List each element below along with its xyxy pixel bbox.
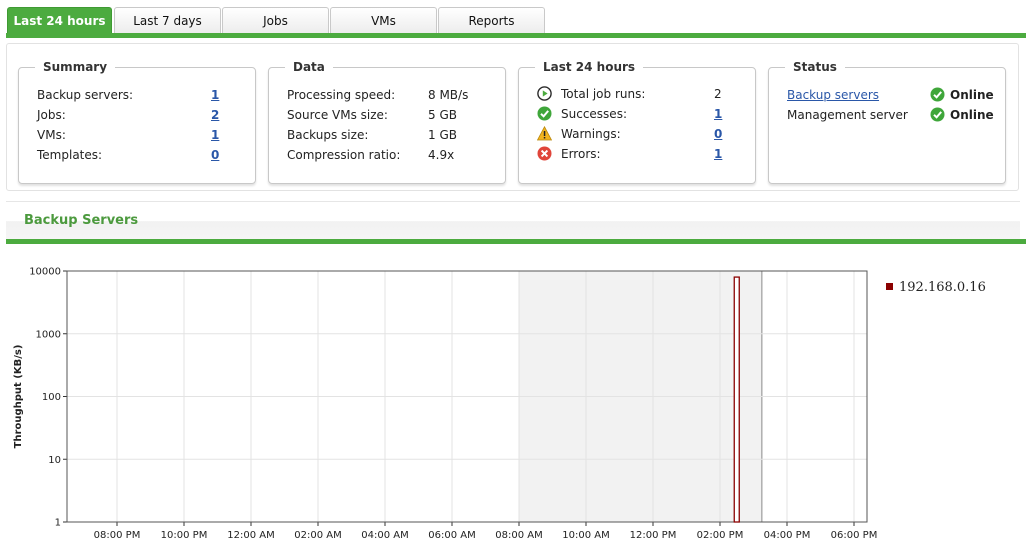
- x-tick-label: 06:00 AM: [428, 530, 475, 541]
- data-value: 8 MB/s: [428, 88, 469, 102]
- error-x-icon: [537, 146, 552, 161]
- tab-vms[interactable]: VMs: [330, 7, 437, 34]
- y-tick-label: 1: [55, 518, 61, 529]
- x-tick-label: 12:00 AM: [227, 530, 274, 541]
- data-label: Processing speed:: [287, 88, 396, 102]
- management-server-online-status: Online: [950, 108, 994, 122]
- backup-servers-count-link[interactable]: 1: [211, 86, 219, 104]
- x-tick-label: 04:00 AM: [361, 530, 408, 541]
- last24-label: Errors:: [561, 147, 601, 161]
- throughput-chart: 10000 1000 100 10 1 08:00 PM 10:00 PM 12:00 AM 0…: [13, 267, 986, 542]
- y-tick-label: 100: [42, 392, 61, 403]
- last24-label: Warnings:: [561, 127, 621, 141]
- warnings-count-link[interactable]: 0: [714, 125, 722, 143]
- last24-row-total-job-runs: Total job runs: 2: [537, 85, 737, 103]
- data-label: Source VMs size:: [287, 108, 388, 122]
- legend-swatch: [886, 283, 893, 290]
- y-tick-label: 10000: [29, 267, 61, 278]
- summary-label: Templates:: [37, 148, 103, 162]
- x-tick-label: 06:00 PM: [831, 530, 878, 541]
- tab-last-24-hours[interactable]: Last 24 hours: [7, 7, 112, 34]
- backup-servers-underline: [6, 239, 1026, 244]
- x-tick-label: 12:00 PM: [630, 530, 677, 541]
- tab-jobs[interactable]: Jobs: [222, 7, 329, 34]
- success-check-icon: [537, 106, 552, 121]
- x-tick-label: 02:00 PM: [697, 530, 744, 541]
- x-tick-label: 02:00 AM: [294, 530, 341, 541]
- backup-servers-header: Backup Servers: [6, 201, 1020, 240]
- status-row-backup-servers: Backup servers Online: [787, 86, 1002, 104]
- data-value: 1 GB: [428, 128, 457, 142]
- y-tick-label: 1000: [36, 329, 61, 340]
- tab-underline: [6, 33, 1026, 38]
- y-tick-label: 10: [48, 455, 61, 466]
- last24-row-errors: Errors: 1: [537, 145, 737, 163]
- backup-servers-section: Backup Servers: [6, 201, 1026, 246]
- management-server-label: Management server: [787, 108, 908, 122]
- backup-servers-status-link[interactable]: Backup servers: [787, 86, 879, 104]
- online-check-icon: [930, 87, 945, 102]
- legend-label: 192.168.0.16: [899, 280, 986, 295]
- successes-count-link[interactable]: 1: [714, 105, 722, 123]
- data-title: Data: [293, 60, 325, 74]
- data-label: Backups size:: [287, 128, 369, 142]
- summary-row-backup-servers: Backup servers: 1: [37, 86, 227, 104]
- summary-label: Jobs:: [37, 108, 66, 122]
- x-tick-label: 10:00 PM: [161, 530, 208, 541]
- summary-row-templates: Templates: 0: [37, 146, 227, 164]
- summary-title: Summary: [43, 60, 108, 74]
- data-row-compression-ratio: Compression ratio: 4.9x: [287, 146, 487, 164]
- last24-row-successes: Successes: 1: [537, 105, 737, 123]
- tab-last-7-days[interactable]: Last 7 days: [114, 7, 221, 34]
- last24-row-warnings: Warnings: 0: [537, 125, 737, 143]
- summary-row-jobs: Jobs: 2: [37, 106, 227, 124]
- x-tick-label: 08:00 PM: [94, 530, 141, 541]
- data-value: 4.9x: [428, 148, 455, 162]
- data-row-source-vms-size: Source VMs size: 5 GB: [287, 106, 487, 124]
- play-icon: [537, 86, 552, 101]
- warning-icon: [537, 126, 552, 141]
- errors-count-link[interactable]: 1: [714, 145, 722, 163]
- x-tick-label: 04:00 PM: [764, 530, 811, 541]
- jobs-count-link[interactable]: 2: [211, 106, 219, 124]
- data-label: Compression ratio:: [287, 148, 401, 162]
- throughput-bar: [733, 276, 740, 523]
- y-axis-label: Throughput (KB/s): [13, 345, 24, 449]
- backup-servers-title: Backup Servers: [24, 213, 139, 228]
- online-check-icon: [930, 107, 945, 122]
- last24-label: Total job runs:: [561, 87, 646, 101]
- x-tick-label: 08:00 AM: [495, 530, 542, 541]
- summary-row-vms: VMs: 1: [37, 126, 227, 144]
- data-row-backups-size: Backups size: 1 GB: [287, 126, 487, 144]
- summary-label: Backup servers:: [37, 88, 134, 102]
- tab-reports[interactable]: Reports: [438, 7, 545, 34]
- summary-label: VMs:: [37, 128, 66, 142]
- status-row-management-server: Management server Online: [787, 106, 1002, 124]
- total-job-runs-value: 2: [714, 87, 722, 101]
- vms-count-link[interactable]: 1: [211, 126, 219, 144]
- data-row-processing-speed: Processing speed: 8 MB/s: [287, 86, 487, 104]
- data-value: 5 GB: [428, 108, 457, 122]
- backup-servers-online-status: Online: [950, 88, 994, 102]
- x-tick-label: 10:00 AM: [562, 530, 609, 541]
- status-title: Status: [793, 60, 837, 74]
- last-24-hours-title: Last 24 hours: [543, 60, 636, 74]
- last24-label: Successes:: [561, 107, 627, 121]
- templates-count-link[interactable]: 0: [211, 146, 219, 164]
- tab-bar: Last 24 hours Last 7 days Jobs VMs Repor…: [0, 0, 1026, 38]
